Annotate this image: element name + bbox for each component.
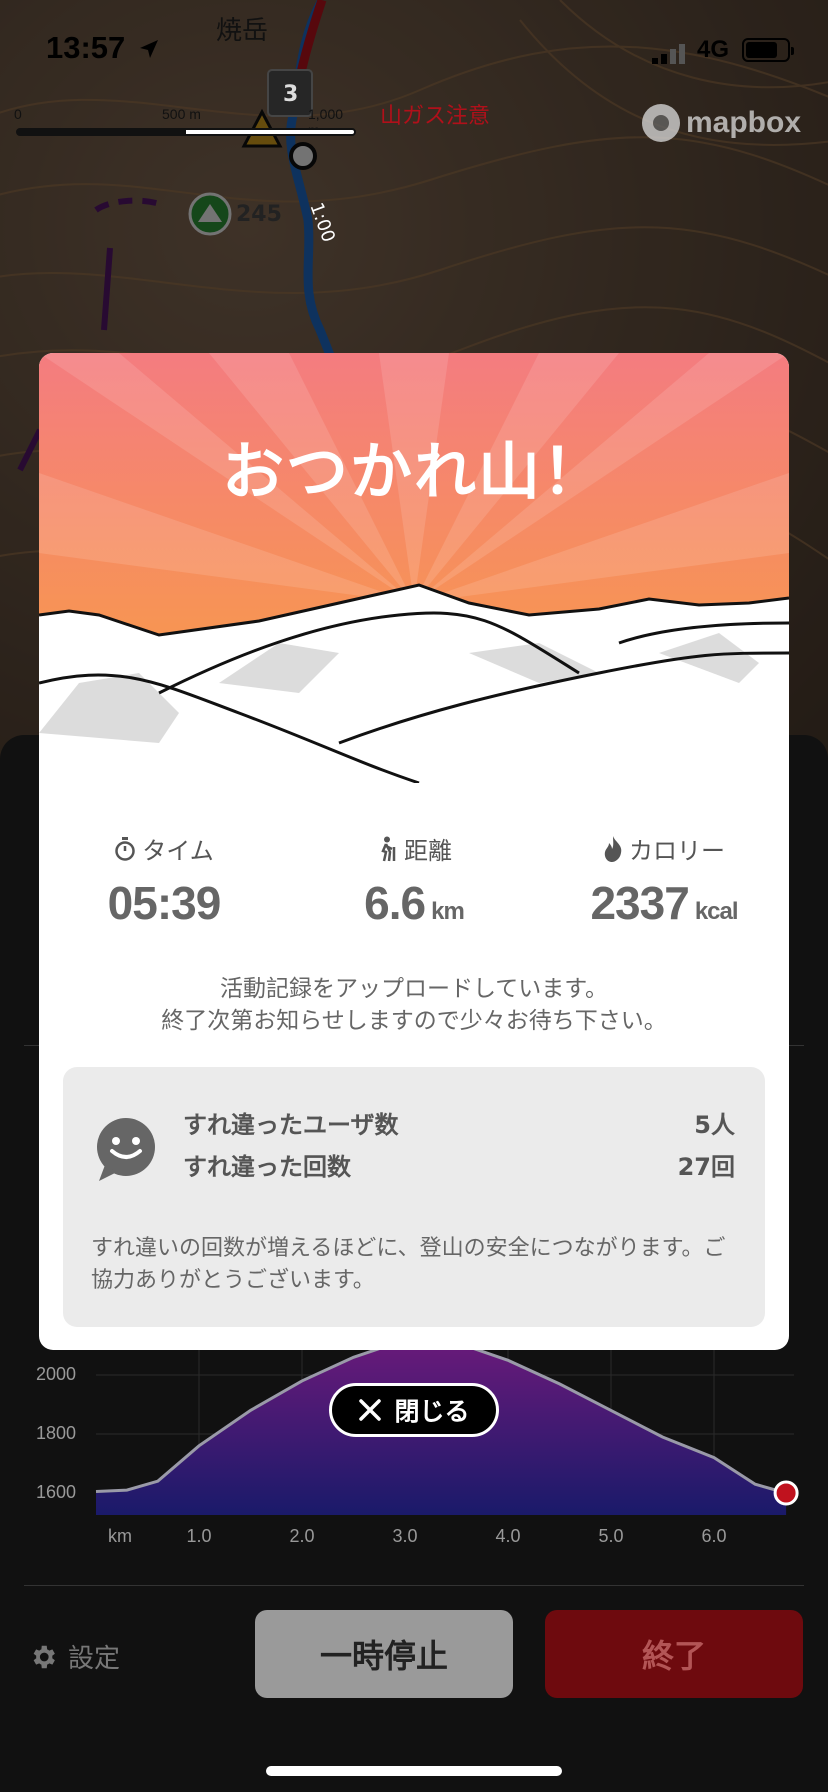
mapbox-attribution[interactable]: mapbox [642, 104, 801, 142]
battery-icon [742, 38, 794, 62]
stat-time-label: タイム [142, 837, 214, 865]
settings-button[interactable]: 設定 [28, 1638, 120, 1675]
x-tick-label: 1.0 [186, 1526, 212, 1546]
map-scale-bar: 0 500 m 1,000 m [14, 106, 356, 146]
stat-distance-value: 6.6 [364, 877, 426, 929]
stat-calories-value: 2337 [590, 877, 689, 929]
stopwatch-icon [115, 836, 135, 861]
signal-icon [652, 44, 685, 64]
passed-count-value: 27回 [677, 1153, 735, 1181]
passed-count-label: すれ違った回数 [183, 1153, 351, 1181]
close-button-label: 閉じる [394, 1397, 470, 1426]
pause-button[interactable]: 一時停止 [255, 1610, 513, 1698]
y-tick-label: 2000 [36, 1364, 77, 1384]
flame-icon [604, 835, 622, 862]
close-icon [359, 1399, 382, 1421]
stat-time-value: 05:39 [107, 877, 222, 929]
scale-bar-graphic [16, 128, 356, 136]
mapbox-text: mapbox [686, 106, 802, 139]
close-button[interactable]: 閉じる [329, 1383, 499, 1437]
x-axis-unit: km [108, 1526, 132, 1546]
network-type: 4G [697, 36, 730, 63]
passing-info-box: すれ違ったユーザ数 5人 すれ違った回数 27回 すれ違いの回数が増えるほどに、… [63, 1067, 765, 1327]
upload-message-line2: 終了次第お知らせしますので少々お待ち下さい。 [161, 1008, 667, 1034]
settings-label: 設定 [68, 1644, 121, 1674]
status-time: 13:57 [46, 30, 126, 65]
upload-message-line1: 活動記録をアップロードしています。 [219, 976, 608, 1002]
hiker-icon [381, 836, 396, 861]
mountain-hero-illustration [39, 353, 789, 783]
smiley-chat-icon [97, 1118, 155, 1181]
stat-calories-unit: kcal [694, 898, 739, 925]
status-bar: 13:57 4G [0, 0, 828, 100]
passed-users-label: すれ違ったユーザ数 [183, 1111, 399, 1139]
mapbox-icon [642, 104, 680, 142]
completion-modal: おつかれ山！ タイム 05:39 距離 6.6 km カロリー 2337 kca… [39, 353, 789, 1350]
stat-time: タイム 05:39 [39, 831, 289, 930]
stat-distance: 距離 6.6 km [289, 831, 539, 930]
upload-message: 活動記録をアップロードしています。 終了次第お知らせしますので少々お待ち下さい。 [39, 973, 789, 1037]
scale-mid: 500 m [162, 106, 201, 122]
modal-title: おつかれ山！ [221, 435, 606, 508]
passed-count-row: すれ違った回数 27回 [183, 1147, 735, 1182]
scale-zero: 0 [14, 106, 22, 122]
passed-users-value: 5人 [694, 1111, 735, 1139]
x-tick-label: 5.0 [598, 1526, 624, 1546]
stat-distance-label: 距離 [404, 837, 452, 865]
home-indicator [266, 1766, 562, 1776]
current-position-marker [773, 1480, 799, 1506]
y-tick-label: 1600 [36, 1482, 77, 1502]
stat-calories: カロリー 2337 kcal [539, 831, 789, 930]
gear-icon [33, 1645, 55, 1668]
activity-stats: タイム 05:39 距離 6.6 km カロリー 2337 kcal [39, 831, 789, 951]
x-tick-label: 6.0 [701, 1526, 727, 1546]
y-tick-label: 1800 [36, 1423, 77, 1443]
stat-calories-label: カロリー [629, 837, 725, 865]
panel-divider [24, 1585, 804, 1586]
stat-distance-unit: km [431, 898, 465, 925]
x-tick-label: 3.0 [392, 1526, 418, 1546]
x-tick-label: 4.0 [495, 1526, 521, 1546]
elevation-chart [95, 1340, 799, 1515]
passed-users-row: すれ違ったユーザ数 5人 [183, 1105, 735, 1140]
passing-note: すれ違いの回数が増えるほどに、登山の安全につながります。ご協力ありがとうございま… [91, 1236, 726, 1293]
location-arrow-icon [140, 40, 158, 58]
x-tick-label: 2.0 [289, 1526, 315, 1546]
gas-warning-label: 山ガス注意 [380, 104, 491, 129]
elevation-marker-label: 245 [236, 202, 282, 227]
end-button[interactable]: 終了 [545, 1610, 803, 1698]
